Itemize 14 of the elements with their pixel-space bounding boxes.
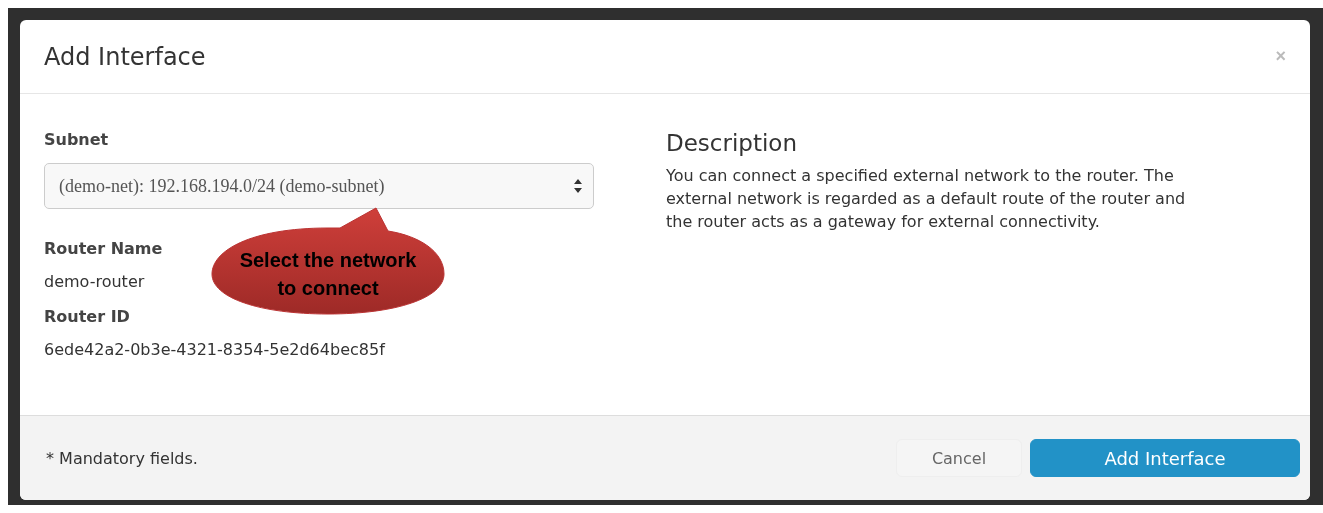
field-label: Router Name	[44, 239, 164, 258]
description-text: You can connect a specified external network to the router. The external network is regarded as a default route of the router and the router acts as a gateway for external connectivity.	[666, 165, 1186, 233]
mandatory-note: * Mandatory fields.	[46, 448, 198, 468]
cancel-button[interactable]: Cancel	[896, 439, 1022, 477]
field-label: Subnet	[44, 130, 110, 149]
field-value: demo-router	[44, 272, 145, 291]
subnet-select[interactable]: (demo-net): 192.168.194.0/24 (demo-subnet)	[44, 163, 594, 209]
dialog-title: Add Interface	[44, 42, 206, 71]
sort-arrows-icon	[573, 178, 583, 194]
add-interface-button[interactable]: Add Interface	[1030, 439, 1300, 477]
field-label: Router ID	[44, 307, 131, 326]
field-value: 6ede42a2-0b3e-4321-8354-5e2d64bec85f	[44, 340, 385, 359]
callout-text: Select the network to connect	[238, 248, 418, 301]
description-heading: Description	[666, 130, 798, 156]
